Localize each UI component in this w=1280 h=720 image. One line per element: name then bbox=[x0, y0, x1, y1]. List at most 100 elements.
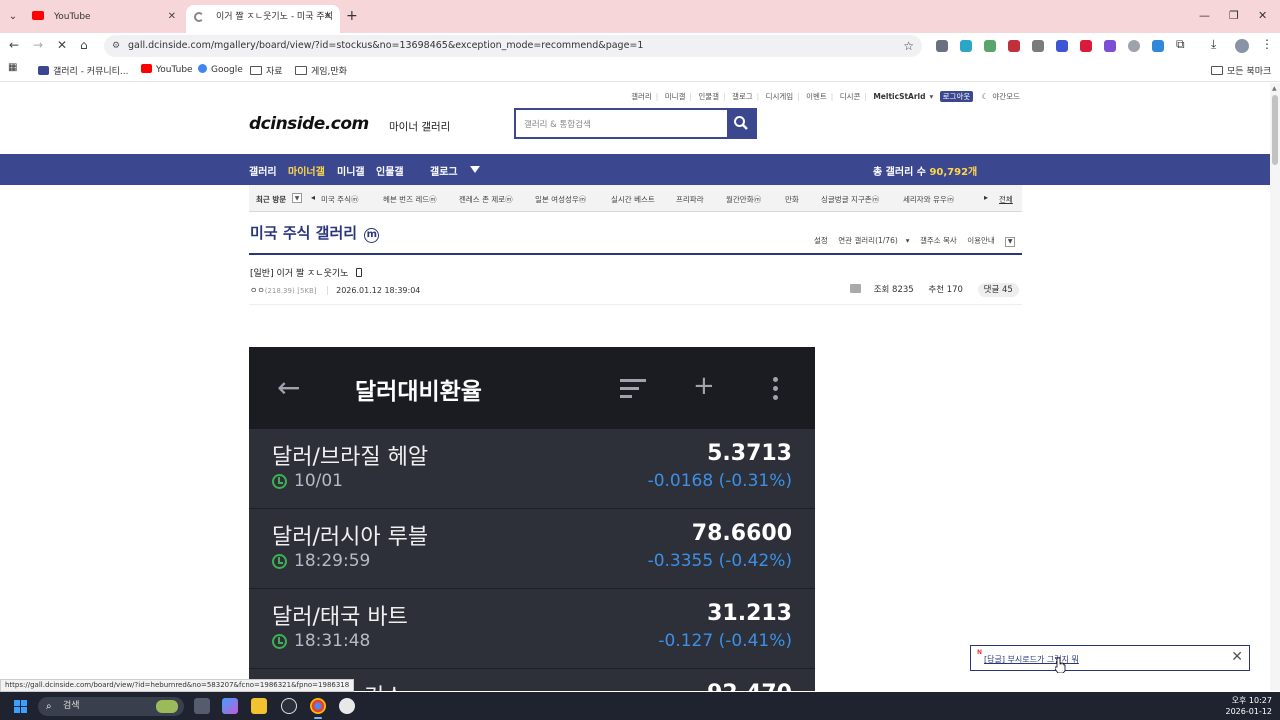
search-button[interactable] bbox=[727, 110, 755, 137]
menu-icon[interactable]: ⋮ bbox=[1261, 37, 1273, 51]
search-icon: ⌕ bbox=[46, 701, 52, 712]
util-link[interactable]: 인물갤 bbox=[698, 92, 719, 101]
recent-gallery-link[interactable]: 헤븐 번즈 레드ⓜ bbox=[383, 194, 437, 205]
bookmark-star-icon[interactable]: ☆ bbox=[903, 35, 914, 57]
extension-icon[interactable] bbox=[1152, 40, 1164, 52]
bookmark-folder[interactable]: 게임,만화 bbox=[295, 64, 347, 77]
download-icon[interactable]: ⤓ bbox=[1211, 37, 1216, 52]
recent-gallery-link[interactable]: 싱글벙글 지구촌ⓜ bbox=[821, 194, 879, 205]
extension-icon[interactable] bbox=[1104, 40, 1116, 52]
scroll-up-icon[interactable]: ▲ bbox=[1272, 85, 1277, 92]
search-input[interactable]: 갤러리 & 통합검색 bbox=[524, 118, 591, 130]
util-link[interactable]: 갤로그 bbox=[732, 92, 753, 101]
profile-avatar[interactable] bbox=[1235, 39, 1249, 53]
extension-icon[interactable] bbox=[936, 40, 948, 52]
util-link[interactable]: 갤러리 bbox=[631, 92, 652, 101]
site-info-icon[interactable]: ⚙ bbox=[112, 35, 120, 57]
task-view-icon[interactable] bbox=[194, 698, 210, 714]
recent-dropdown[interactable]: ▼ bbox=[292, 193, 302, 203]
guide-link[interactable]: 이용안내 bbox=[967, 236, 995, 245]
search-box[interactable]: 갤러리 & 통합검색 bbox=[514, 108, 757, 139]
minimize-button[interactable]: — bbox=[1199, 9, 1210, 22]
username-menu[interactable]: MelticStArld bbox=[873, 92, 925, 101]
bookmark-item[interactable]: 갤러리 - 커뮤니티... bbox=[38, 64, 129, 77]
stop-button[interactable]: ✕ bbox=[57, 38, 67, 52]
recent-gallery-link[interactable]: 만화 bbox=[785, 194, 799, 205]
caret-down-icon[interactable] bbox=[470, 166, 480, 173]
nav-mini-gallery[interactable]: 미니갤 bbox=[337, 163, 365, 178]
steam-icon[interactable] bbox=[281, 698, 297, 714]
tab-search-dropdown[interactable]: ⌄ bbox=[4, 8, 22, 26]
extension-icon[interactable] bbox=[984, 40, 996, 52]
night-mode-toggle[interactable]: 야간모드 bbox=[992, 92, 1020, 101]
nav-minor-gallery[interactable]: 마이너갤 bbox=[288, 163, 325, 178]
file-explorer-icon[interactable] bbox=[251, 698, 267, 714]
extension-icon[interactable] bbox=[1056, 40, 1068, 52]
apps-grid-icon[interactable]: ▦ bbox=[8, 62, 17, 73]
site-logo[interactable]: dcinside.com bbox=[249, 114, 369, 134]
gallery-title-text: 미국 주식 갤러리 bbox=[250, 224, 358, 242]
options-dropdown[interactable]: ▼ bbox=[1005, 237, 1016, 247]
extensions-puzzle-icon[interactable]: ⧉ bbox=[1176, 37, 1185, 52]
util-link[interactable]: 이벤트 bbox=[806, 92, 827, 101]
bookmark-folder[interactable]: 자료 bbox=[250, 64, 283, 77]
util-link[interactable]: 디시게임 bbox=[766, 92, 794, 101]
recent-gallery-link[interactable]: 세리자와 유우ⓜ bbox=[903, 194, 954, 205]
settings-link[interactable]: 설정 bbox=[814, 236, 828, 245]
util-link[interactable]: 미니갤 bbox=[665, 92, 686, 101]
logo-subtitle[interactable]: 마이너 갤러리 bbox=[389, 119, 450, 134]
system-clock[interactable]: 오후 10:27 2026-01-12 bbox=[1212, 695, 1273, 717]
chevron-down-icon[interactable]: ▾ bbox=[930, 92, 934, 101]
reply-notification[interactable]: N [답글] 부시로드가 그럴지 뭐 ✕ bbox=[970, 645, 1250, 671]
back-button[interactable]: ← bbox=[9, 38, 19, 52]
windows-start-icon[interactable] bbox=[14, 700, 28, 714]
recent-all-link[interactable]: 전체 bbox=[999, 194, 1013, 205]
logout-button[interactable]: 로그아웃 bbox=[939, 91, 974, 102]
new-tab-button[interactable]: + bbox=[346, 8, 358, 24]
recent-gallery-link[interactable]: 일본 여성성우ⓜ bbox=[535, 194, 586, 205]
home-button[interactable]: ⌂ bbox=[80, 38, 88, 52]
recent-gallery-link[interactable]: 미국 주식ⓜ bbox=[321, 194, 358, 205]
copy-address-link[interactable]: 갤주소 복사 bbox=[920, 236, 957, 245]
extension-icon[interactable] bbox=[1128, 40, 1140, 52]
nav-person-gallery[interactable]: 인물갤 bbox=[376, 163, 404, 178]
recent-gallery-link[interactable]: 실시간 베스트 bbox=[611, 194, 655, 205]
nav-gallog[interactable]: 갤로그 bbox=[430, 163, 458, 178]
recent-gallery-link[interactable]: 젠레스 존 제로ⓜ bbox=[459, 194, 513, 205]
bookmark-item[interactable]: Google bbox=[198, 64, 243, 75]
post-author[interactable]: ㅇㅇ bbox=[250, 286, 265, 295]
all-bookmarks[interactable]: 모든 북마크 bbox=[1211, 64, 1271, 77]
extension-icon[interactable] bbox=[1008, 40, 1020, 52]
page-scrollbar[interactable]: ▲ bbox=[1270, 83, 1280, 691]
chrome-icon[interactable] bbox=[310, 698, 326, 719]
scroll-thumb[interactable] bbox=[1272, 95, 1278, 165]
extension-icon[interactable] bbox=[1032, 40, 1044, 52]
recent-gallery-link[interactable]: 월간만화ⓜ bbox=[726, 194, 761, 205]
comment-count-button[interactable]: 댓글 45 bbox=[977, 283, 1019, 297]
util-link[interactable]: 디시콘 bbox=[840, 92, 861, 101]
close-icon[interactable]: ✕ bbox=[1231, 649, 1243, 665]
next-arrow-icon[interactable]: ▸ bbox=[984, 193, 988, 202]
taskbar-search[interactable]: ⌕ 검색 bbox=[38, 697, 184, 716]
moon-icon[interactable]: ☾ bbox=[982, 92, 989, 101]
bookmark-item[interactable]: YouTube bbox=[141, 64, 193, 75]
folder-icon[interactable] bbox=[850, 284, 861, 293]
extension-icon[interactable] bbox=[960, 40, 972, 52]
tab-youtube[interactable]: YouTube ✕ bbox=[24, 5, 184, 33]
forward-button[interactable]: → bbox=[33, 38, 43, 52]
gallery-title[interactable]: 미국 주식 갤러리 m bbox=[250, 222, 380, 243]
nav-gallery[interactable]: 갤러리 bbox=[249, 163, 277, 178]
extension-icon[interactable] bbox=[1080, 40, 1092, 52]
recent-gallery-link[interactable]: 프리파라 bbox=[676, 194, 704, 205]
prev-arrow-icon[interactable]: ◂ bbox=[311, 193, 315, 202]
close-window-button[interactable]: ✕ bbox=[1258, 9, 1267, 22]
rate-change: -0.127 (-0.41%) bbox=[658, 631, 792, 651]
close-tab-icon[interactable]: ✕ bbox=[324, 5, 332, 29]
tab-active-post[interactable]: 이거 짤 ㅈㄴ웃기노 - 미국 주식 ✕ bbox=[186, 5, 340, 33]
restore-button[interactable]: ❐ bbox=[1229, 9, 1239, 22]
related-gallery-link[interactable]: 연관 갤러리(1/76) ▾ bbox=[838, 236, 909, 245]
address-bar[interactable]: ⚙ gall.dcinside.com/mgallery/board/view/… bbox=[104, 35, 922, 57]
copilot-icon[interactable] bbox=[222, 698, 238, 714]
app-icon[interactable] bbox=[339, 698, 355, 714]
close-tab-icon[interactable]: ✕ bbox=[168, 5, 176, 29]
